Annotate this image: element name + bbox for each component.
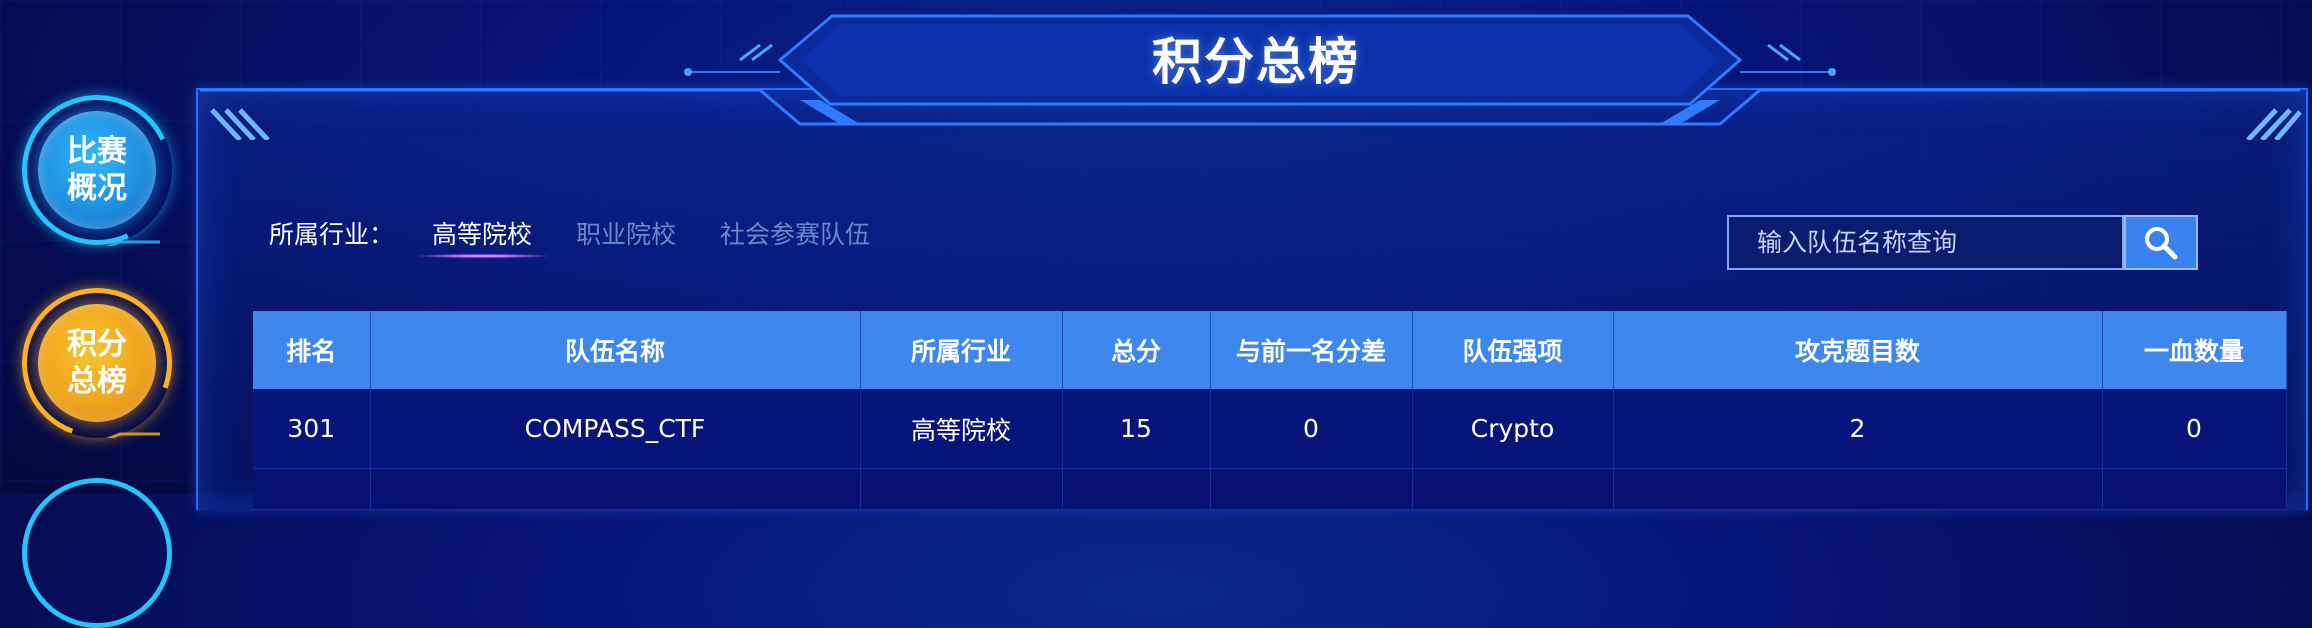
search-icon <box>2145 226 2178 259</box>
nav-score-ranking[interactable]: 积分 总榜 <box>0 263 197 463</box>
industry-filter-label: 所属行业： <box>269 220 395 249</box>
cell-team-name: COMPASS_CTF <box>370 389 861 469</box>
cell-solved-count: 2 <box>1613 389 2103 469</box>
header-team-strength[interactable]: 队伍强项 <box>1412 311 1614 389</box>
cell-gap-to-previous: 0 <box>1210 389 1413 469</box>
cell-industry: 高等院校 <box>860 389 1063 469</box>
cell-rank: 301 <box>253 389 371 469</box>
header-solved-count[interactable]: 攻克题目数 <box>1613 311 2103 389</box>
leaderboard-table: 排名 队伍名称 所属行业 总分 与前一名分差 队伍强项 攻克题目数 一血数量 3… <box>253 311 2287 510</box>
header-total-score[interactable]: 总分 <box>1062 311 1211 389</box>
search-box <box>1727 215 2124 270</box>
nav-item-partial[interactable] <box>22 478 172 628</box>
cell-total-score: 15 <box>1062 389 1211 469</box>
tab-social-teams[interactable]: 社会参赛队伍 <box>720 215 870 251</box>
search-input[interactable] <box>1729 216 2122 269</box>
page-title: 积分总榜 <box>1152 33 1360 91</box>
header-team-name[interactable]: 队伍名称 <box>370 311 861 389</box>
header-first-blood-count[interactable]: 一血数量 <box>2102 311 2287 389</box>
header-gap-to-previous[interactable]: 与前一名分差 <box>1210 311 1413 389</box>
header-rank[interactable]: 排名 <box>253 311 371 389</box>
active-tab-indicator <box>418 254 548 258</box>
tab-vocational[interactable]: 职业院校 <box>576 215 676 251</box>
table-row[interactable] <box>253 468 2287 510</box>
table-row[interactable]: 301 COMPASS_CTF 高等院校 15 0 Crypto 2 0 <box>253 389 2287 469</box>
tab-higher-education[interactable]: 高等院校 <box>432 215 532 251</box>
header-industry[interactable]: 所属行业 <box>860 311 1063 389</box>
cell-first-blood-count: 0 <box>2102 389 2287 469</box>
search-button[interactable] <box>2124 215 2198 270</box>
nav-deco-score <box>105 432 160 438</box>
cell-team-strength: Crypto <box>1412 389 1614 469</box>
table-header-row: 排名 队伍名称 所属行业 总分 与前一名分差 队伍强项 攻克题目数 一血数量 <box>253 311 2287 389</box>
nav-deco-overview <box>105 240 160 246</box>
